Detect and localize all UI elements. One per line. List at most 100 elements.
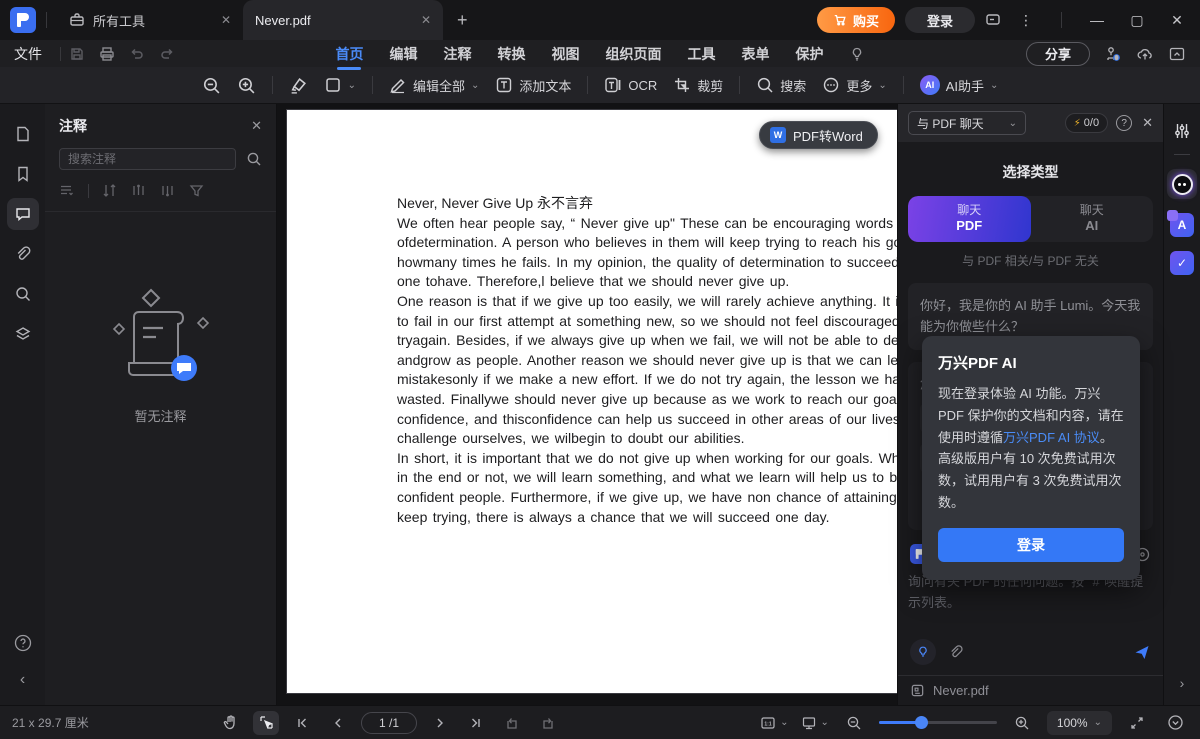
menu-view[interactable]: 视图 <box>551 44 579 64</box>
login-button[interactable]: 登录 <box>905 7 975 33</box>
layers-icon[interactable] <box>7 318 39 350</box>
rotate-left-icon[interactable] <box>499 711 525 735</box>
bookmarks-icon[interactable] <box>7 158 39 190</box>
menu-home[interactable]: 首页 <box>335 44 363 64</box>
redo-icon[interactable] <box>159 46 175 62</box>
attach-file-icon[interactable] <box>948 644 964 660</box>
ocr-button[interactable]: OCR <box>604 76 657 94</box>
menu-tools[interactable]: 工具 <box>687 44 715 64</box>
chat-mode-dropdown[interactable]: 与 PDF 聊天 ⌄ <box>908 111 1026 135</box>
ai-chat-input[interactable] <box>908 572 1153 628</box>
search-panel-icon[interactable] <box>7 278 39 310</box>
divider <box>88 184 89 198</box>
svg-text:0: 0 <box>1115 55 1118 61</box>
more-status-options-icon[interactable] <box>1162 711 1188 735</box>
divider <box>46 12 47 28</box>
document-viewport[interactable]: Never, Never Give Up 永不言弃 We often hear … <box>277 104 897 705</box>
context-file-chip[interactable]: Never.pdf <box>898 675 1163 705</box>
proofread-tab[interactable]: ✓ <box>1170 251 1194 275</box>
send-icon[interactable] <box>1133 643 1151 661</box>
sort-order-icon[interactable] <box>101 182 118 199</box>
collapse-right-panel-icon[interactable]: › <box>1180 675 1185 705</box>
zoom-slider[interactable] <box>879 721 997 724</box>
bulb-icon[interactable] <box>849 46 865 62</box>
ai-help-icon[interactable]: ? <box>1116 115 1132 131</box>
window-close-button[interactable]: ✕ <box>1162 12 1192 29</box>
doc-line: one tohave. Therefore,l believe that we … <box>397 272 897 292</box>
shape-tool-icon[interactable]: ⌄ <box>324 76 356 94</box>
first-page-icon[interactable] <box>289 711 315 735</box>
zoom-out-icon[interactable] <box>841 711 867 735</box>
menu-protect[interactable]: 保护 <box>795 44 823 64</box>
properties-sliders-icon[interactable] <box>1173 122 1191 140</box>
ai-robot-tab[interactable] <box>1167 169 1197 199</box>
tab-never-pdf[interactable]: Never.pdf ✕ <box>243 0 443 40</box>
tooltip-login-button[interactable]: 登录 <box>938 528 1124 562</box>
menu-edit[interactable]: 编辑 <box>389 44 417 64</box>
page-indicator[interactable]: 1 /1 <box>361 712 417 734</box>
more-button[interactable]: 更多⌄ <box>822 76 886 95</box>
fullscreen-icon[interactable] <box>1124 711 1150 735</box>
hand-tool-icon[interactable] <box>217 711 243 735</box>
prompt-ideas-icon[interactable] <box>910 639 936 665</box>
page-thumbnails-icon[interactable] <box>7 118 39 150</box>
menu-file[interactable]: 文件 <box>14 44 42 64</box>
window-minimize-button[interactable]: — <box>1082 12 1112 28</box>
print-icon[interactable] <box>99 46 115 62</box>
page-display-dropdown[interactable]: ⌄ <box>801 711 829 735</box>
window-maximize-button[interactable]: ▢ <box>1122 12 1152 29</box>
zoom-out-tool-icon[interactable] <box>202 76 221 95</box>
cloud-upload-icon[interactable] <box>1136 45 1154 63</box>
chat-ai-toggle[interactable]: 聊天 AI <box>1031 196 1154 242</box>
collapse-left-panel-icon[interactable]: ‹ <box>20 671 25 689</box>
tab-close-icon[interactable]: ✕ <box>221 13 231 27</box>
pdf-to-word-button[interactable]: W PDF转Word <box>759 121 878 149</box>
ai-panel-close-icon[interactable]: ✕ <box>1142 115 1153 131</box>
actual-size-dropdown[interactable]: 1:1⌄ <box>760 711 788 735</box>
panel-close-icon[interactable]: ✕ <box>251 118 262 134</box>
translate-tab[interactable]: A <box>1170 213 1194 237</box>
sort-by-page-icon[interactable] <box>130 182 147 199</box>
menu-kebab-icon[interactable]: ⋮ <box>1011 12 1041 29</box>
previous-page-icon[interactable] <box>325 711 351 735</box>
zoom-slider-thumb[interactable] <box>915 716 928 729</box>
help-icon[interactable] <box>13 633 33 653</box>
feedback-icon[interactable] <box>985 12 1001 28</box>
annotation-search-input[interactable] <box>59 148 236 170</box>
zoom-in-tool-icon[interactable] <box>237 76 256 95</box>
undo-icon[interactable] <box>129 46 145 62</box>
crop-button[interactable]: 裁剪 <box>673 76 723 95</box>
add-text-button[interactable]: 添加文本 <box>495 76 571 95</box>
tab-all-tools[interactable]: 所有工具 ✕ <box>57 0 243 40</box>
search-button[interactable]: 搜索 <box>756 76 806 95</box>
filter-icon[interactable] <box>188 182 205 199</box>
ai-agreement-link[interactable]: 万兴PDF AI 协议 <box>1003 430 1100 445</box>
annotations-icon[interactable] <box>7 198 39 230</box>
collapse-toolbar-icon[interactable] <box>1168 45 1186 63</box>
share-button[interactable]: 分享 <box>1026 42 1090 66</box>
list-view-icon[interactable] <box>59 182 76 199</box>
save-icon[interactable] <box>69 46 85 62</box>
select-tool-icon[interactable] <box>253 711 279 735</box>
sort-by-author-icon[interactable] <box>159 182 176 199</box>
zoom-in-icon[interactable] <box>1009 711 1035 735</box>
last-page-icon[interactable] <box>463 711 489 735</box>
collaborate-icon[interactable]: 0 <box>1104 45 1122 63</box>
search-icon[interactable] <box>246 151 262 167</box>
new-tab-button[interactable]: + <box>457 10 468 31</box>
rotate-right-icon[interactable] <box>535 711 561 735</box>
buy-button[interactable]: 购买 <box>817 7 895 33</box>
menu-convert[interactable]: 转换 <box>497 44 525 64</box>
attachments-icon[interactable] <box>7 238 39 270</box>
chat-pdf-toggle[interactable]: 聊天 PDF <box>908 196 1031 242</box>
ai-assistant-button[interactable]: AI AI助手⌄ <box>920 75 999 95</box>
edit-all-button[interactable]: 编辑全部⌄ <box>389 76 479 95</box>
menu-organize-pages[interactable]: 组织页面 <box>605 44 661 64</box>
highlighter-icon[interactable] <box>289 76 308 95</box>
pdf-page[interactable]: Never, Never Give Up 永不言弃 We often hear … <box>287 110 897 693</box>
menu-forms[interactable]: 表单 <box>741 44 769 64</box>
zoom-level-dropdown[interactable]: 100%⌄ <box>1047 711 1112 735</box>
menu-comment[interactable]: 注释 <box>443 44 471 64</box>
next-page-icon[interactable] <box>427 711 453 735</box>
tab-close-icon[interactable]: ✕ <box>421 13 431 27</box>
